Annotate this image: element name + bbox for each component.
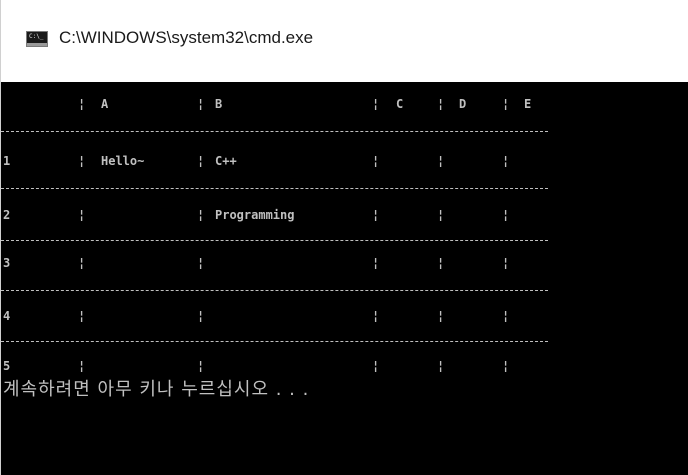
- column-separator: ¦: [78, 256, 86, 270]
- table-row: 2 ¦ ¦ Programming ¦ ¦ ¦: [1, 206, 688, 224]
- row-index: 3: [3, 256, 11, 270]
- column-separator: ¦: [437, 309, 445, 323]
- column-separator: ¦: [197, 309, 205, 323]
- column-separator: ¦: [502, 97, 510, 111]
- table-header-row: ¦ A ¦ B ¦ C ¦ D ¦ E: [1, 95, 688, 113]
- row-divider: [1, 131, 548, 132]
- column-separator: ¦: [437, 208, 445, 222]
- column-separator: ¦: [197, 256, 205, 270]
- column-separator: ¦: [78, 359, 86, 373]
- row-index: 5: [3, 359, 11, 373]
- column-separator: ¦: [197, 359, 205, 373]
- console-output[interactable]: ¦ A ¦ B ¦ C ¦ D ¦ E 1 ¦ Hello~ ¦ C++ ¦ ¦…: [1, 82, 688, 475]
- column-separator: ¦: [502, 359, 510, 373]
- row-divider: [1, 240, 548, 241]
- cmd-window: C:\_ C:\WINDOWS\system32\cmd.exe ¦ A ¦ B…: [0, 0, 688, 475]
- column-header-d: D: [459, 97, 467, 111]
- column-header-a: A: [101, 97, 109, 111]
- column-separator: ¦: [197, 154, 205, 168]
- column-separator: ¦: [197, 208, 205, 222]
- column-separator: ¦: [502, 256, 510, 270]
- continue-prompt: 계속하려면 아무 키나 누르십시오 . . .: [3, 379, 310, 400]
- row-index: 4: [3, 309, 11, 323]
- cmd-icon-glyph: C:\_: [29, 33, 44, 40]
- cmd-icon: C:\_: [26, 31, 48, 47]
- window-title: C:\WINDOWS\system32\cmd.exe: [59, 28, 314, 47]
- column-header-b: B: [215, 97, 223, 111]
- column-separator: ¦: [372, 309, 380, 323]
- column-separator: ¦: [502, 154, 510, 168]
- column-separator: ¦: [197, 97, 205, 111]
- table-row: 4 ¦ ¦ ¦ ¦ ¦: [1, 307, 688, 325]
- title-bar[interactable]: C:\_ C:\WINDOWS\system32\cmd.exe: [1, 0, 688, 82]
- column-separator: ¦: [78, 97, 86, 111]
- table-row: 3 ¦ ¦ ¦ ¦ ¦: [1, 254, 688, 272]
- column-separator: ¦: [437, 256, 445, 270]
- table-row: 1 ¦ Hello~ ¦ C++ ¦ ¦ ¦: [1, 152, 688, 170]
- column-separator: ¦: [372, 208, 380, 222]
- column-separator: ¦: [502, 309, 510, 323]
- column-separator: ¦: [78, 208, 86, 222]
- column-separator: ¦: [372, 256, 380, 270]
- cell-b2: Programming: [215, 208, 295, 222]
- column-separator: ¦: [372, 359, 380, 373]
- column-separator: ¦: [78, 154, 86, 168]
- column-separator: ¦: [437, 97, 445, 111]
- row-index: 1: [3, 154, 11, 168]
- column-separator: ¦: [78, 309, 86, 323]
- column-separator: ¦: [372, 97, 380, 111]
- row-divider: [1, 290, 548, 291]
- column-separator: ¦: [437, 359, 445, 373]
- row-divider: [1, 188, 548, 189]
- column-separator: ¦: [502, 208, 510, 222]
- cell-b1: C++: [215, 154, 237, 168]
- column-separator: ¦: [372, 154, 380, 168]
- column-separator: ¦: [437, 154, 445, 168]
- table-row: 5 ¦ ¦ ¦ ¦ ¦: [1, 357, 688, 375]
- cmd-icon-bar: [27, 43, 47, 46]
- row-index: 2: [3, 208, 11, 222]
- column-header-c: C: [396, 97, 404, 111]
- column-header-e: E: [524, 97, 532, 111]
- row-divider: [1, 341, 548, 342]
- cell-a1: Hello~: [101, 154, 145, 168]
